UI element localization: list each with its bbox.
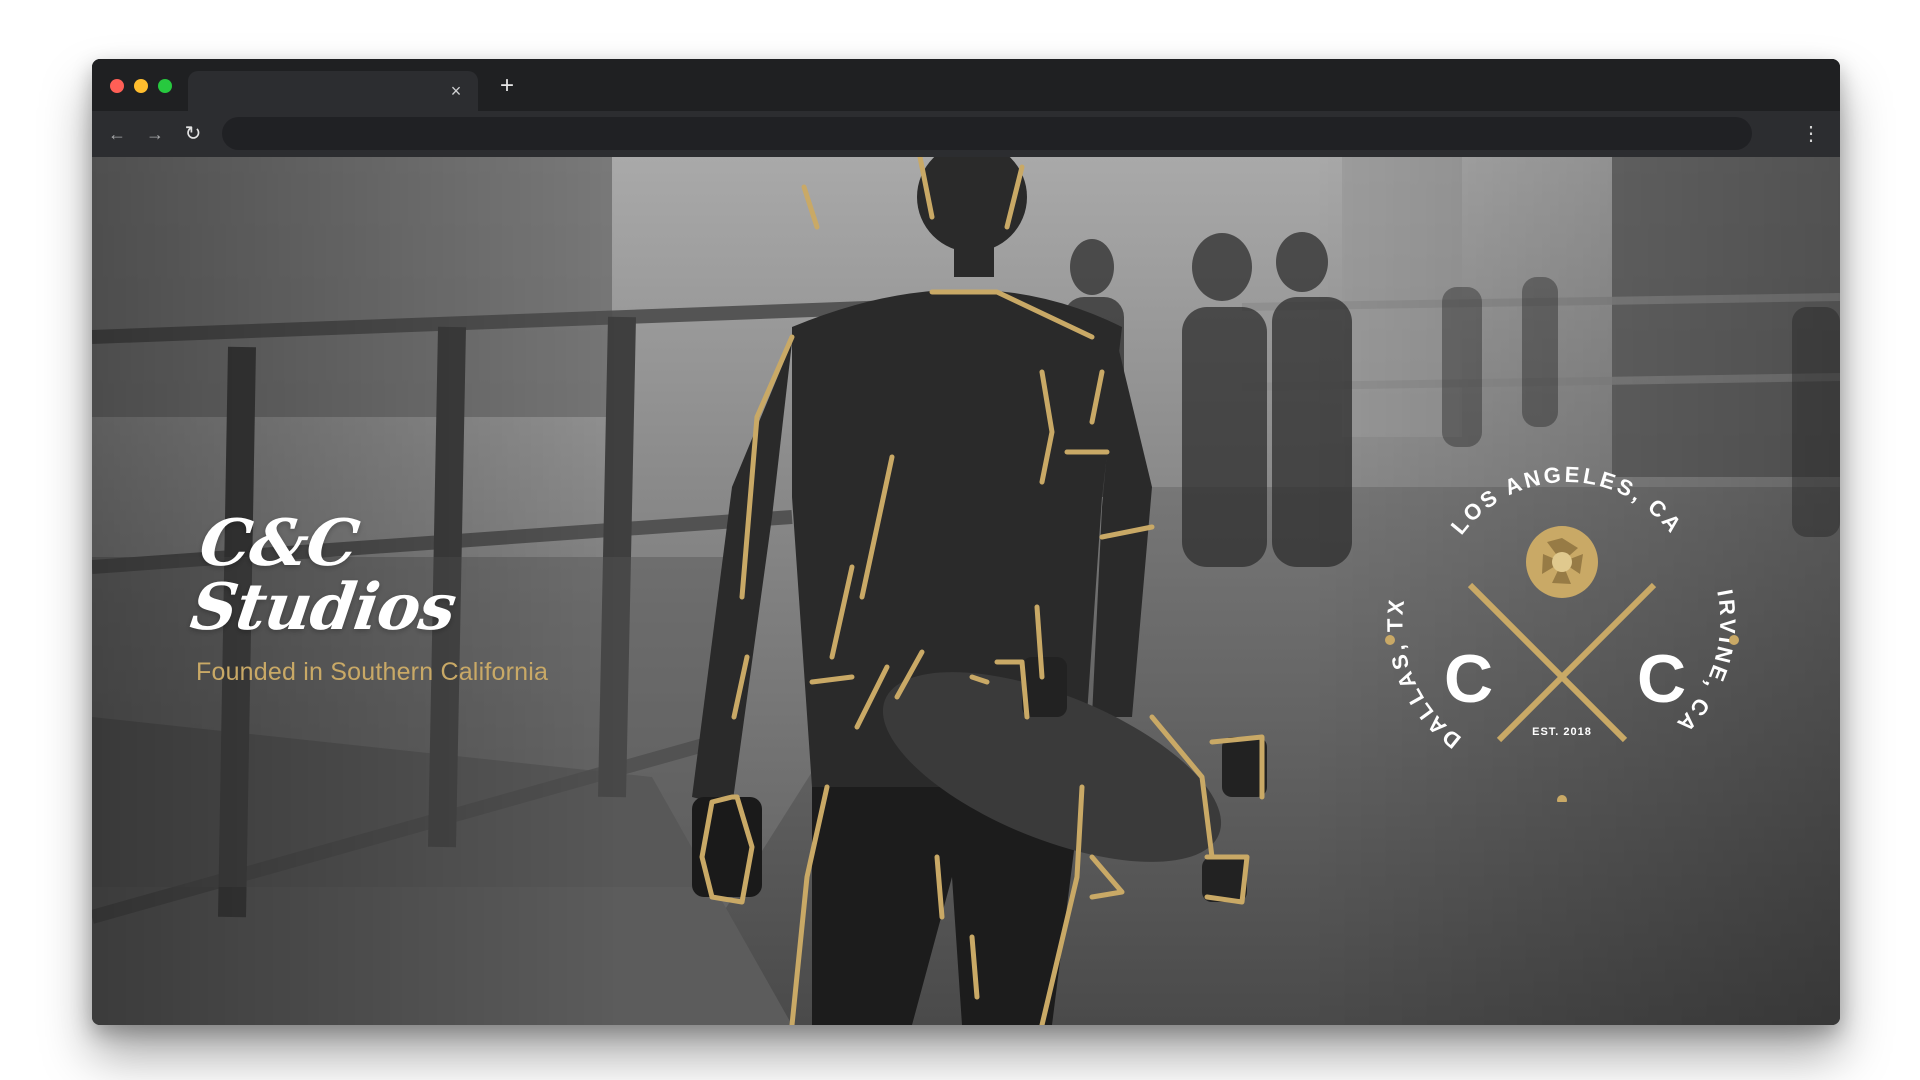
browser-tab[interactable]: × [188, 71, 478, 111]
stage: × + ← → ↻ ⋮ C&C Studios Founded in South… [0, 0, 1920, 1080]
camera-aperture-icon [1526, 526, 1598, 598]
back-arrow-icon[interactable]: ← [102, 119, 132, 149]
forward-arrow-icon[interactable]: → [140, 119, 170, 149]
minimize-window-button[interactable] [134, 79, 148, 93]
badge-established: EST. 2018 [1532, 726, 1592, 738]
page-viewport: C&C Studios Founded in Southern Californ… [92, 157, 1840, 1025]
browser-window: × + ← → ↻ ⋮ C&C Studios Founded in South… [92, 59, 1840, 1025]
brand-subtitle: Founded in Southern California [196, 658, 549, 686]
address-bar[interactable] [222, 117, 1752, 150]
close-tab-icon[interactable]: × [444, 79, 468, 103]
badge-cross-line [1496, 582, 1657, 743]
title-bar: × + [92, 59, 1840, 111]
badge-cross-line [1467, 582, 1628, 743]
reload-icon[interactable]: ↻ [178, 119, 208, 149]
badge-dot-right [1729, 635, 1739, 645]
brand-block: C&C Studios Founded in Southern Californ… [186, 506, 636, 687]
menu-kebab-icon[interactable]: ⋮ [1796, 119, 1826, 149]
badge-left-letter: C [1444, 641, 1493, 717]
brand-title: C&C Studios [186, 506, 460, 645]
badge-right-letter: C [1637, 641, 1686, 717]
location-badge: LOS ANGELES, CA IRVINE, CA DALLAS, TX C … [1382, 462, 1739, 802]
close-window-button[interactable] [110, 79, 124, 93]
maximize-window-button[interactable] [158, 79, 172, 93]
badge-dot-bottom [1557, 795, 1567, 802]
badge-dot-left [1385, 635, 1395, 645]
new-tab-icon[interactable]: + [492, 71, 522, 101]
browser-toolbar: ← → ↻ ⋮ [92, 111, 1840, 157]
